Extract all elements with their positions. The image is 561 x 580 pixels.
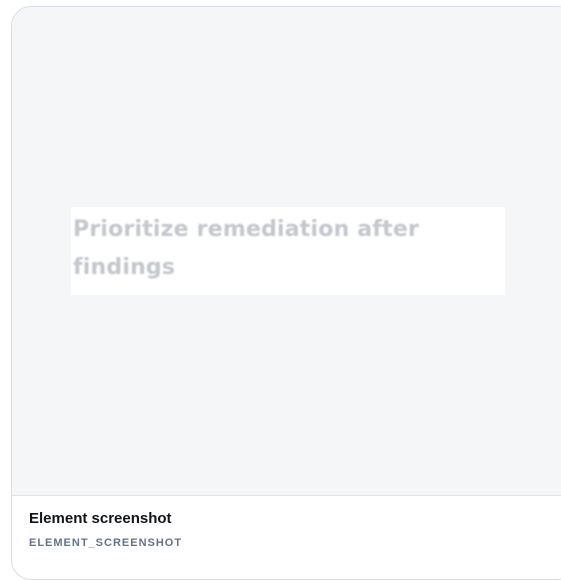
card-title: Element screenshot	[29, 510, 172, 527]
captured-element-text: Prioritize remediation after findings	[73, 217, 420, 280]
card-kind-label: ELEMENT_SCREENSHOT	[29, 537, 183, 549]
card-meta: Element screenshot ELEMENT_SCREENSHOT	[29, 509, 182, 550]
artifact-card[interactable]: Prioritize remediation after findings El…	[11, 6, 561, 580]
captured-element: Prioritize remediation after findings	[71, 207, 505, 295]
screenshot-preview[interactable]: Prioritize remediation after findings	[12, 7, 561, 496]
